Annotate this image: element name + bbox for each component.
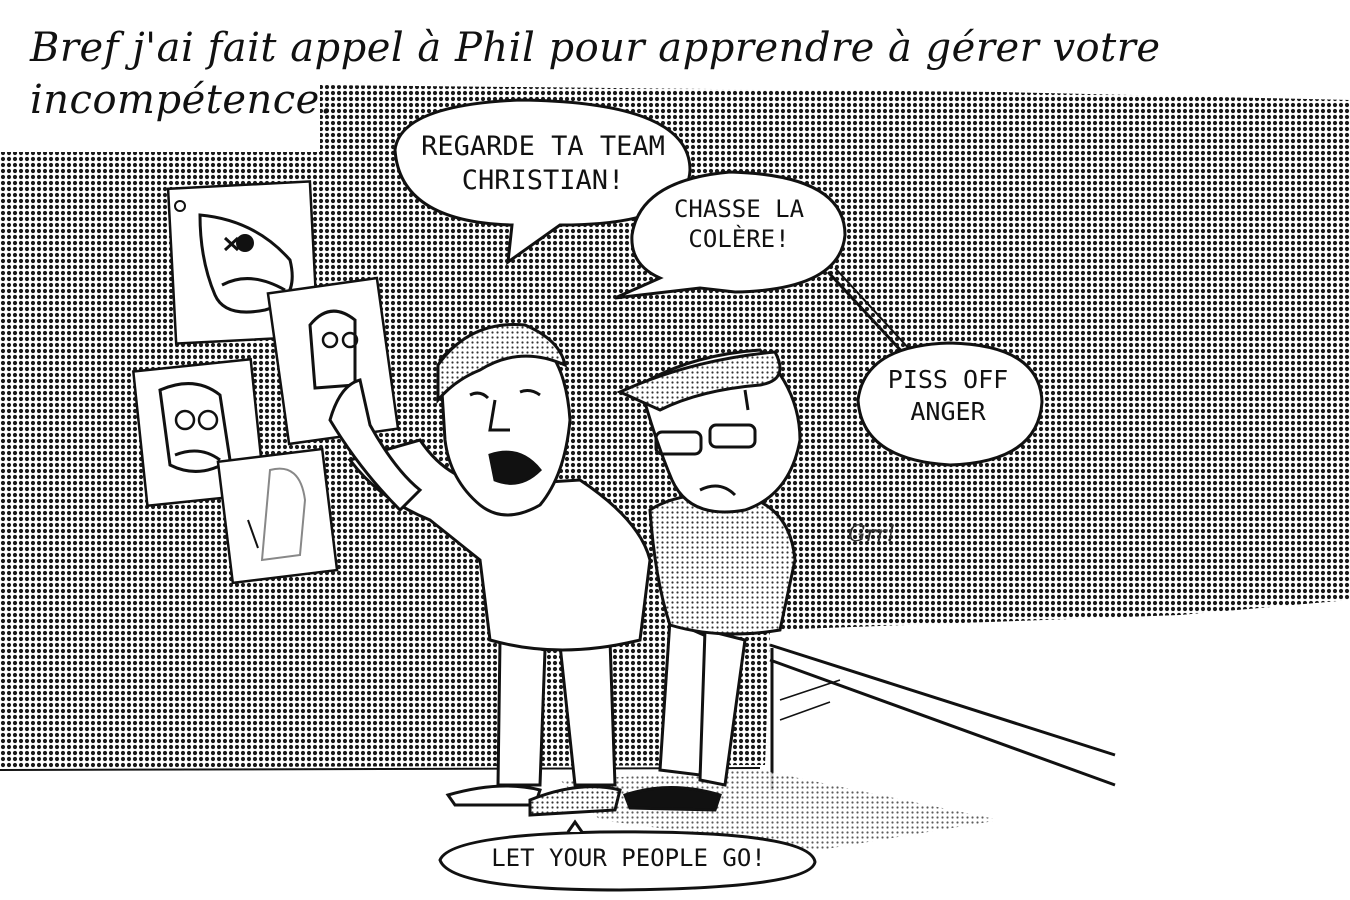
speech-regarde-text: REGARDE TA TEAM CHRISTIAN! — [421, 131, 665, 196]
narration-caption: Bref j'ai fait appel à Phil pour apprend… — [30, 25, 1161, 123]
speech-let-your-people-text: LET YOUR PEOPLE GO! — [491, 844, 766, 872]
comic-panel: Bref j'ai fait appel à Phil pour apprend… — [0, 0, 1350, 900]
speech-piss-off-text: PISS OFF ANGER — [887, 365, 1009, 426]
sound-effect-grr: Grr! — [848, 522, 896, 547]
pinned-drawing-4 — [216, 447, 339, 585]
speech-chasse-text: CHASSE LA COLÈRE! — [673, 195, 805, 253]
table-edge — [769, 643, 1116, 790]
